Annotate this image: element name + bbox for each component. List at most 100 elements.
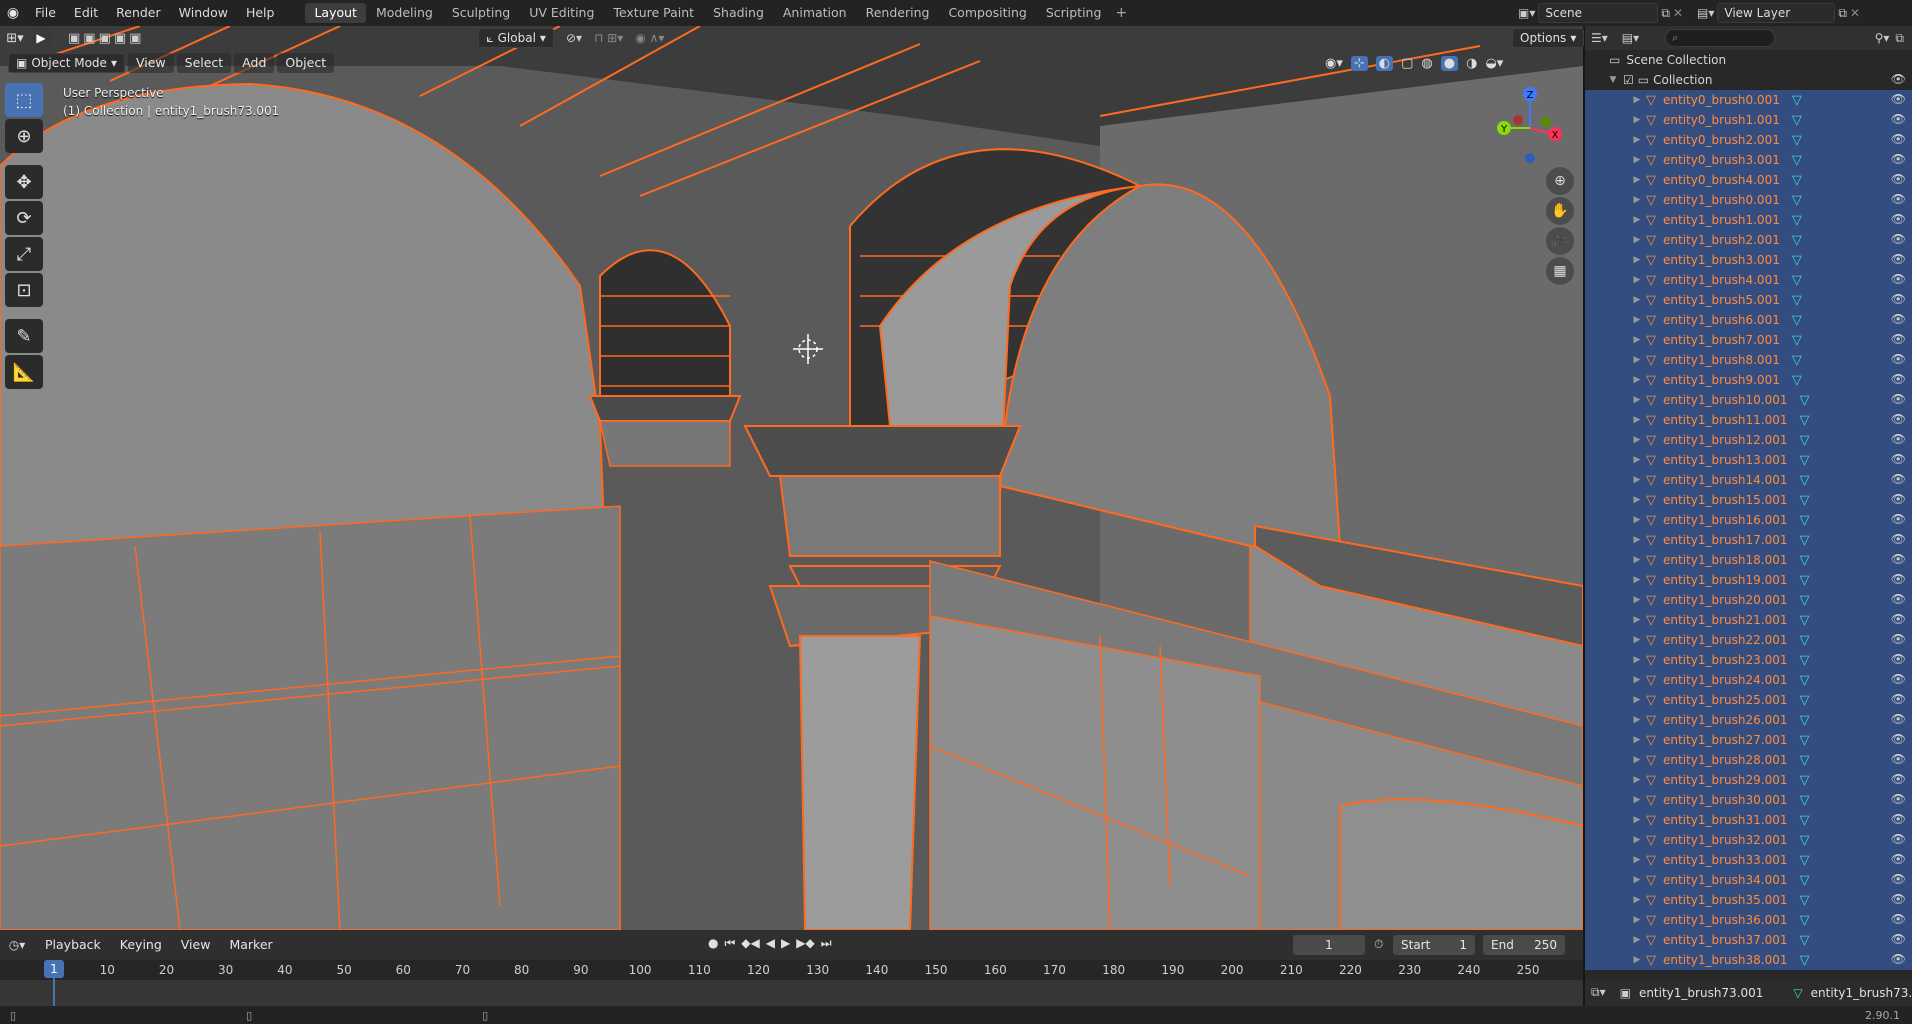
outliner-object-row[interactable]: ▶ ▽ entity1_brush20.001 ▽ 👁 — [1585, 590, 1912, 610]
eye-icon[interactable]: 👁 — [1891, 592, 1906, 606]
tab-animation[interactable]: Animation — [774, 3, 856, 23]
navigation-gizmo[interactable]: Z Y X — [1490, 82, 1570, 172]
eye-icon[interactable]: 👁 — [1891, 272, 1906, 286]
eye-icon[interactable]: 👁 — [1891, 932, 1906, 946]
outliner-object-row[interactable]: ▶ ▽ entity1_brush29.001 ▽ 👁 — [1585, 770, 1912, 790]
expand-triangle-icon[interactable]: ▶ — [1631, 935, 1643, 945]
mesh-data-icon[interactable]: ▽ — [1799, 413, 1809, 428]
tab-shading[interactable]: Shading — [704, 3, 773, 23]
expand-triangle-icon[interactable]: ▶ — [1631, 595, 1643, 605]
mesh-data-icon[interactable]: ▽ — [1799, 533, 1809, 548]
eye-icon[interactable]: 👁 — [1891, 292, 1906, 306]
eye-icon[interactable]: 👁 — [1891, 872, 1906, 886]
expand-triangle-icon[interactable]: ▶ — [1631, 895, 1643, 905]
3d-viewport[interactable] — [0, 26, 1583, 930]
outliner-object-row[interactable]: ▶ ▽ entity1_brush25.001 ▽ 👁 — [1585, 690, 1912, 710]
eye-icon[interactable]: 👁 — [1891, 512, 1906, 526]
cursor-tool-icon[interactable]: ⊕ — [5, 119, 43, 153]
play-reverse-icon[interactable]: ◀ — [766, 936, 775, 951]
outliner-object-row[interactable]: ▶ ▽ entity1_brush2.001 ▽ 👁 — [1585, 230, 1912, 250]
eye-icon[interactable]: 👁 — [1891, 192, 1906, 206]
mesh-data-icon[interactable]: ▽ — [1792, 233, 1802, 248]
outliner-object-row[interactable]: ▶ ▽ entity1_brush11.001 ▽ 👁 — [1585, 410, 1912, 430]
mesh-data-icon[interactable]: ▽ — [1792, 113, 1802, 128]
eye-icon[interactable]: 👁 — [1891, 792, 1906, 806]
eye-icon[interactable]: 👁 — [1891, 892, 1906, 906]
zoom-icon[interactable]: ⊕ — [1546, 167, 1574, 195]
expand-triangle-icon[interactable]: ▶ — [1631, 215, 1643, 225]
outliner-object-row[interactable]: ▶ ▽ entity0_brush1.001 ▽ 👁 — [1585, 110, 1912, 130]
eye-icon[interactable]: 👁 — [1891, 432, 1906, 446]
eye-icon[interactable]: 👁 — [1891, 812, 1906, 826]
expand-triangle-icon[interactable]: ▶ — [1631, 535, 1643, 545]
mesh-data-icon[interactable]: ▽ — [1799, 733, 1809, 748]
blender-logo-icon[interactable]: ◉ — [0, 5, 26, 21]
transform-tool-icon[interactable]: ⊡ — [5, 273, 43, 307]
outliner-object-row[interactable]: ▶ ▽ entity1_brush28.001 ▽ 👁 — [1585, 750, 1912, 770]
mesh-data-icon[interactable]: ▽ — [1799, 653, 1809, 668]
mesh-data-icon[interactable]: ▽ — [1799, 553, 1809, 568]
expand-triangle-icon[interactable]: ▶ — [1631, 175, 1643, 185]
expand-triangle-icon[interactable]: ▶ — [1631, 235, 1643, 245]
outliner-object-row[interactable]: ▶ ▽ entity1_brush17.001 ▽ 👁 — [1585, 530, 1912, 550]
expand-triangle-icon[interactable]: ▼ — [1607, 75, 1619, 85]
outliner-object-row[interactable]: ▶ ▽ entity0_brush4.001 ▽ 👁 — [1585, 170, 1912, 190]
camera-view-icon[interactable]: 🎥 — [1546, 227, 1574, 255]
expand-triangle-icon[interactable]: ▶ — [1631, 655, 1643, 665]
eye-icon[interactable]: 👁 — [1891, 712, 1906, 726]
material-shading-icon[interactable]: ◑ — [1466, 56, 1477, 71]
outliner-object-row[interactable]: ▶ ▽ entity1_brush13.001 ▽ 👁 — [1585, 450, 1912, 470]
mesh-data-icon[interactable]: ▽ — [1799, 793, 1809, 808]
outliner-object-row[interactable]: ▶ ▽ entity1_brush1.001 ▽ 👁 — [1585, 210, 1912, 230]
expand-triangle-icon[interactable]: ▶ — [1631, 715, 1643, 725]
eye-icon[interactable]: 👁 — [1891, 632, 1906, 646]
outliner-object-row[interactable]: ▶ ▽ entity1_brush14.001 ▽ 👁 — [1585, 470, 1912, 490]
eye-icon[interactable]: 👁 — [1891, 912, 1906, 926]
expand-triangle-icon[interactable]: ▶ — [1631, 255, 1643, 265]
mesh-data-icon[interactable]: ▽ — [1799, 433, 1809, 448]
mesh-data-icon[interactable]: ▽ — [1799, 833, 1809, 848]
pivot-icon[interactable]: ⊘▾ — [566, 31, 582, 45]
expand-triangle-icon[interactable]: ▶ — [1631, 415, 1643, 425]
mesh-data-icon[interactable]: ▽ — [1799, 493, 1809, 508]
outliner-object-row[interactable]: ▶ ▽ entity1_brush26.001 ▽ 👁 — [1585, 710, 1912, 730]
expand-triangle-icon[interactable]: ▶ — [1631, 775, 1643, 785]
mesh-data-icon[interactable]: ▽ — [1792, 253, 1802, 268]
mesh-data-icon[interactable]: ▽ — [1799, 753, 1809, 768]
outliner-object-row[interactable]: ▶ ▽ entity1_brush21.001 ▽ 👁 — [1585, 610, 1912, 630]
mesh-data-icon[interactable]: ▽ — [1799, 893, 1809, 908]
outliner-object-row[interactable]: ▶ ▽ entity1_brush38.001 ▽ 👁 — [1585, 950, 1912, 970]
eye-icon[interactable]: 👁 — [1891, 732, 1906, 746]
outliner-object-row[interactable]: ▶ ▽ entity1_brush15.001 ▽ 👁 — [1585, 490, 1912, 510]
outliner-object-row[interactable]: ▶ ▽ entity0_brush0.001 ▽ 👁 — [1585, 90, 1912, 110]
menu-add[interactable]: Add — [234, 53, 275, 73]
outliner-editor-type-icon[interactable]: ☰▾ — [1591, 31, 1608, 45]
select-box-tool-icon[interactable]: ⬚ — [5, 83, 43, 117]
expand-triangle-icon[interactable]: ▶ — [1631, 435, 1643, 445]
menu-file[interactable]: File — [26, 0, 65, 26]
select-mode-icons[interactable]: ▣▣▣▣▣ — [68, 31, 144, 46]
expand-triangle-icon[interactable]: ▶ — [1631, 355, 1643, 365]
mesh-data-icon[interactable]: ▽ — [1799, 953, 1809, 968]
select-tool-icon[interactable]: ▶ — [30, 29, 52, 47]
eye-icon[interactable]: 👁 — [1891, 692, 1906, 706]
expand-triangle-icon[interactable]: ▶ — [1631, 555, 1643, 565]
outliner-object-row[interactable]: ▶ ▽ entity1_brush32.001 ▽ 👁 — [1585, 830, 1912, 850]
expand-triangle-icon[interactable]: ▶ — [1631, 455, 1643, 465]
expand-triangle-icon[interactable]: ▶ — [1631, 795, 1643, 805]
outliner-object-row[interactable]: ▶ ▽ entity1_brush37.001 ▽ 👁 — [1585, 930, 1912, 950]
overlay-icon[interactable]: ◐ — [1375, 55, 1394, 71]
outliner-object-row[interactable]: ▶ ▽ entity1_brush27.001 ▽ 👁 — [1585, 730, 1912, 750]
playhead[interactable]: 1 — [44, 960, 64, 978]
eye-icon[interactable]: 👁 — [1891, 152, 1906, 166]
move-tool-icon[interactable]: ✥ — [5, 165, 43, 199]
eye-icon[interactable]: 👁 — [1891, 112, 1906, 126]
scene-name-field[interactable]: Scene — [1538, 3, 1659, 23]
tab-sculpting[interactable]: Sculpting — [443, 3, 519, 23]
eye-icon[interactable]: 👁 — [1891, 572, 1906, 586]
solid-shading-icon[interactable]: ● — [1440, 55, 1459, 71]
mesh-data-icon[interactable]: ▽ — [1799, 673, 1809, 688]
eye-icon[interactable]: 👁 — [1891, 412, 1906, 426]
menu-select[interactable]: Select — [176, 53, 232, 73]
expand-triangle-icon[interactable]: ▶ — [1631, 395, 1643, 405]
